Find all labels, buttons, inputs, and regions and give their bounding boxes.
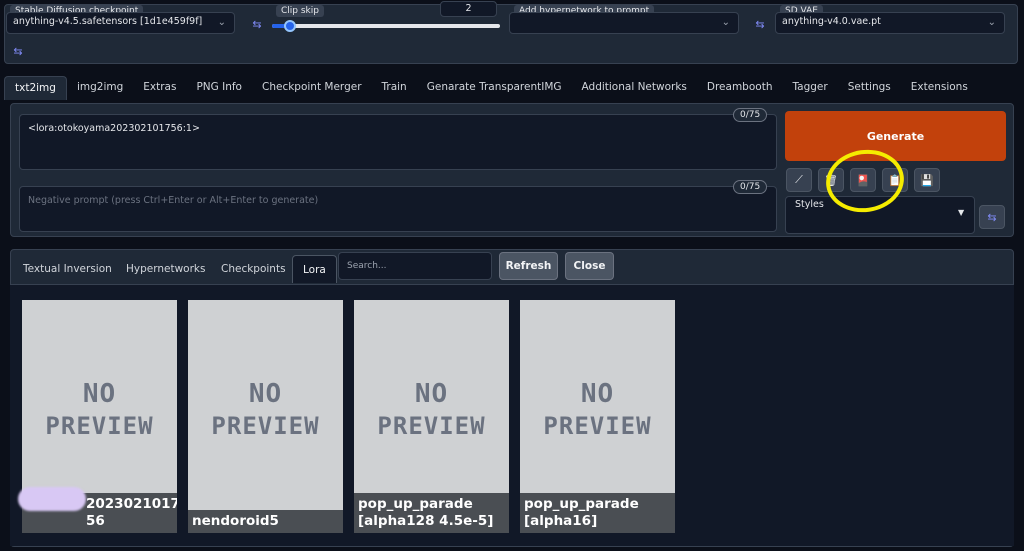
checkpoint-dropdown[interactable]: anything-v4.5.safetensors [1d1e459f9f] ⌄	[6, 12, 235, 34]
refresh-styles-icon[interactable]: ⇆	[979, 205, 1005, 229]
tab-png-info[interactable]: PNG Info	[186, 76, 252, 100]
no-preview-image: NO PREVIEW	[45, 379, 154, 440]
main-tabs: txt2img img2img Extras PNG Info Checkpoint M…	[4, 76, 1018, 100]
tab-hypernetworks[interactable]: Hypernetworks	[126, 255, 205, 283]
tab-extras[interactable]: Extras	[133, 76, 186, 100]
refresh-checkpoint-icon[interactable]: ⇆	[249, 16, 265, 32]
chevron-down-icon: ⌄	[217, 17, 226, 28]
chevron-down-icon: ⌄	[721, 17, 730, 28]
refresh-vae-icon[interactable]: ⇆	[10, 43, 26, 59]
lora-card[interactable]: NO PREVIEW pop_up_parade [alpha128 4.5e-…	[354, 300, 509, 533]
pencil-icon[interactable]: ⟋	[786, 168, 812, 192]
card-caption: nendoroid5	[188, 510, 343, 533]
vae-value: anything-v4.0.vae.pt	[782, 16, 881, 27]
tab-textual-inversion[interactable]: Textual Inversion	[23, 255, 112, 283]
no-preview-image: NO PREVIEW	[543, 379, 652, 440]
tab-genarate-transparentimg[interactable]: Genarate TransparentIMG	[417, 76, 572, 100]
chevron-down-icon: ⌄	[987, 17, 996, 28]
close-button[interactable]: Close	[565, 252, 614, 280]
tab-lora[interactable]: Lora	[292, 255, 337, 283]
tab-extensions[interactable]: Extensions	[901, 76, 978, 100]
tab-img2img[interactable]: img2img	[67, 76, 133, 100]
lora-card[interactable]: NO PREVIEW nendoroid5	[188, 300, 343, 533]
lora-card[interactable]: NO PREVIEW pop_up_parade [alpha16]	[520, 300, 675, 533]
save-icon[interactable]: 💾	[914, 168, 940, 192]
search-input[interactable]: Search...	[338, 252, 492, 280]
clip-skip-slider[interactable]	[272, 20, 500, 32]
prompt-token-counter: 0/75	[733, 108, 768, 122]
card-caption: pop_up_parade [alpha16]	[520, 493, 675, 533]
negative-prompt-input[interactable]: Negative prompt (press Ctrl+Enter or Alt…	[19, 186, 777, 232]
redaction-blur	[18, 487, 86, 511]
tab-train[interactable]: Train	[372, 76, 417, 100]
refresh-button[interactable]: Refresh	[499, 252, 558, 280]
tab-tagger[interactable]: Tagger	[782, 76, 837, 100]
no-preview-image: NO PREVIEW	[377, 379, 486, 440]
no-preview-image: NO PREVIEW	[211, 379, 320, 440]
tab-additional-networks[interactable]: Additional Networks	[572, 76, 697, 100]
tab-settings[interactable]: Settings	[838, 76, 901, 100]
styles-label: Styles	[795, 199, 824, 210]
hypernetwork-dropdown[interactable]: ⌄	[509, 12, 739, 34]
vae-dropdown[interactable]: anything-v4.0.vae.pt ⌄	[775, 12, 1005, 34]
tab-checkpoints[interactable]: Checkpoints	[221, 255, 286, 283]
refresh-hypernetwork-icon[interactable]: ⇆	[752, 16, 768, 32]
clip-skip-number[interactable]: 2	[440, 1, 497, 17]
caret-down-icon: ▼	[958, 208, 965, 217]
tab-txt2img[interactable]: txt2img	[4, 76, 67, 100]
clip-skip-label: Clip skip	[276, 5, 324, 17]
tab-checkpoint-merger[interactable]: Checkpoint Merger	[252, 76, 372, 100]
negative-prompt-token-counter: 0/75	[733, 180, 768, 194]
checkpoint-value: anything-v4.5.safetensors [1d1e459f9f]	[13, 16, 203, 27]
tab-dreambooth[interactable]: Dreambooth	[697, 76, 783, 100]
generate-button[interactable]: Generate	[785, 111, 1006, 161]
prompt-input[interactable]: <lora:otokoyama202302101756:1>	[19, 114, 777, 170]
card-caption: pop_up_parade [alpha128 4.5e-5]	[354, 493, 509, 533]
